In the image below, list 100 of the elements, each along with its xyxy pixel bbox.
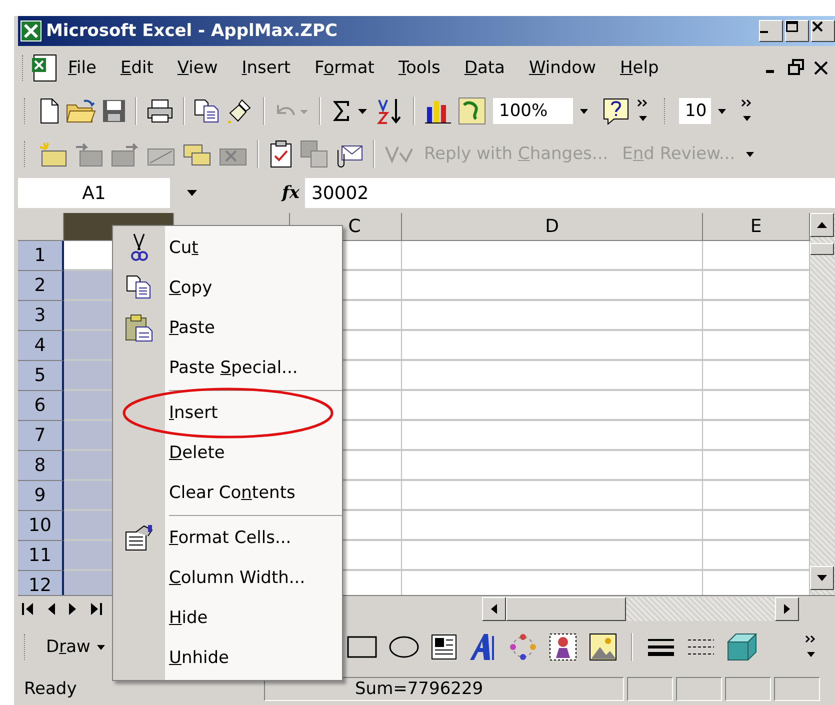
zoom-dropdown[interactable]: 100% — [492, 97, 596, 125]
row-header[interactable]: 8 — [18, 451, 64, 481]
printer-icon[interactable] — [146, 99, 174, 123]
menu-item[interactable]: Paste — [113, 308, 342, 348]
row-header[interactable]: 9 — [18, 481, 64, 511]
menu-item[interactable]: View — [169, 54, 226, 82]
minimize-button[interactable] — [759, 20, 783, 42]
text-box-icon[interactable] — [430, 633, 458, 661]
table-cell[interactable] — [402, 331, 703, 361]
table-cell[interactable] — [402, 481, 703, 511]
menu-item[interactable]: Clear Contents — [113, 473, 342, 513]
menu-item[interactable]: Format Cells... — [113, 518, 342, 558]
maximize-icon — [786, 21, 798, 32]
folder-icon[interactable] — [66, 99, 96, 123]
clipboard-icon — [125, 314, 153, 342]
scroll-thumb[interactable] — [810, 243, 834, 255]
windows-icon[interactable] — [300, 140, 328, 168]
table-cell[interactable] — [402, 421, 703, 451]
menu-item[interactable]: Copy — [113, 268, 342, 308]
menu-item[interactable]: File — [60, 54, 104, 82]
scroll-down-button[interactable] — [810, 566, 834, 590]
table-cell[interactable] — [402, 361, 703, 391]
rectangle-icon[interactable] — [346, 635, 378, 659]
help-icon[interactable] — [602, 97, 630, 125]
first-sheet-icon[interactable] — [22, 603, 34, 615]
row-header[interactable]: 5 — [18, 361, 64, 391]
previous-sheet-icon[interactable] — [46, 603, 56, 615]
caret-icon[interactable] — [186, 189, 198, 197]
minimize-icon — [760, 31, 768, 33]
clipboard-icon[interactable] — [268, 140, 294, 168]
menu-item[interactable]: Hide — [113, 598, 342, 638]
table-cell[interactable] — [402, 511, 703, 541]
table-cell[interactable] — [402, 541, 703, 571]
caret-icon — [96, 644, 106, 650]
scissors-icon — [129, 233, 149, 263]
vertical-scrollbar[interactable] — [810, 213, 835, 595]
insert-function-button[interactable]: fx — [282, 183, 300, 203]
row-header[interactable]: 2 — [18, 271, 64, 301]
menu-item[interactable]: Help — [612, 54, 667, 82]
picture-icon[interactable] — [588, 632, 618, 662]
name-box[interactable]: A1 — [18, 178, 170, 208]
table-cell[interactable] — [402, 271, 703, 301]
maximize-button[interactable] — [785, 20, 809, 42]
clip-art-icon[interactable] — [548, 632, 578, 662]
menu-item[interactable]: Unhide — [113, 638, 342, 678]
caret-icon — [717, 108, 727, 114]
menu-item[interactable]: Column Width... — [113, 558, 342, 598]
table-cell[interactable] — [402, 241, 703, 271]
row-header[interactable]: 7 — [18, 421, 64, 451]
menu-item[interactable]: Window — [520, 54, 604, 82]
menu-item[interactable]: Insert — [234, 54, 299, 82]
row-header[interactable]: 10 — [18, 511, 64, 541]
scroll-thumb[interactable] — [506, 597, 626, 621]
menu-item[interactable]: Data — [456, 54, 513, 82]
menu-item[interactable]: Delete — [113, 433, 342, 473]
up-arrow-icon — [817, 222, 827, 228]
menu-item[interactable]: Edit — [112, 54, 162, 82]
row-header[interactable]: 12 — [18, 571, 64, 595]
scroll-left-button[interactable] — [482, 597, 506, 621]
formula-field[interactable]: 30002 — [305, 178, 835, 208]
font-size-dropdown[interactable]: 10 — [678, 97, 734, 125]
table-cell[interactable] — [402, 301, 703, 331]
table-cell[interactable] — [402, 391, 703, 421]
window-title: Microsoft Excel - ApplMax.ZPC — [46, 21, 338, 41]
document-icon[interactable] — [38, 98, 60, 124]
scroll-right-button[interactable] — [775, 597, 799, 621]
3d-style-icon[interactable] — [726, 632, 758, 662]
table-cell[interactable] — [402, 451, 703, 481]
sum-icon[interactable] — [330, 99, 370, 123]
status-text: Ready — [23, 679, 78, 699]
copy-icon — [126, 275, 152, 301]
menu-item[interactable]: Paste Special... — [113, 348, 342, 388]
close-button[interactable] — [811, 20, 835, 42]
restore-icon[interactable] — [787, 58, 805, 78]
menu-item[interactable]: Tools — [390, 54, 448, 82]
menu-item[interactable]: Insert — [113, 393, 342, 433]
status-panel — [774, 677, 820, 701]
row-header[interactable]: 4 — [18, 331, 64, 361]
menu-item[interactable]: Format — [306, 54, 382, 82]
draw-menu-button[interactable]: Draw — [42, 635, 110, 659]
caret-icon[interactable] — [745, 150, 756, 158]
oval-icon[interactable] — [388, 635, 420, 659]
caret-icon — [579, 108, 589, 114]
row-header[interactable]: 6 — [18, 391, 64, 421]
scroll-up-button[interactable] — [810, 213, 834, 237]
row-header[interactable]: 11 — [18, 541, 64, 571]
copy-icon[interactable] — [194, 99, 220, 123]
left-arrow-icon — [491, 604, 497, 614]
column-header[interactable]: D — [402, 213, 703, 241]
excel-logo-icon — [20, 20, 42, 42]
column-header[interactable]: E — [703, 213, 810, 241]
right-arrow-icon — [784, 604, 790, 614]
down-arrow-icon — [817, 575, 827, 581]
row-header[interactable]: 1 — [18, 241, 64, 271]
next-sheet-icon[interactable] — [68, 603, 78, 615]
row-header[interactable]: 3 — [18, 301, 64, 331]
horizontal-scrollbar[interactable] — [482, 597, 799, 621]
last-sheet-icon[interactable] — [90, 603, 102, 615]
diagram-icon[interactable] — [508, 632, 538, 662]
format-cells-icon — [124, 524, 154, 552]
